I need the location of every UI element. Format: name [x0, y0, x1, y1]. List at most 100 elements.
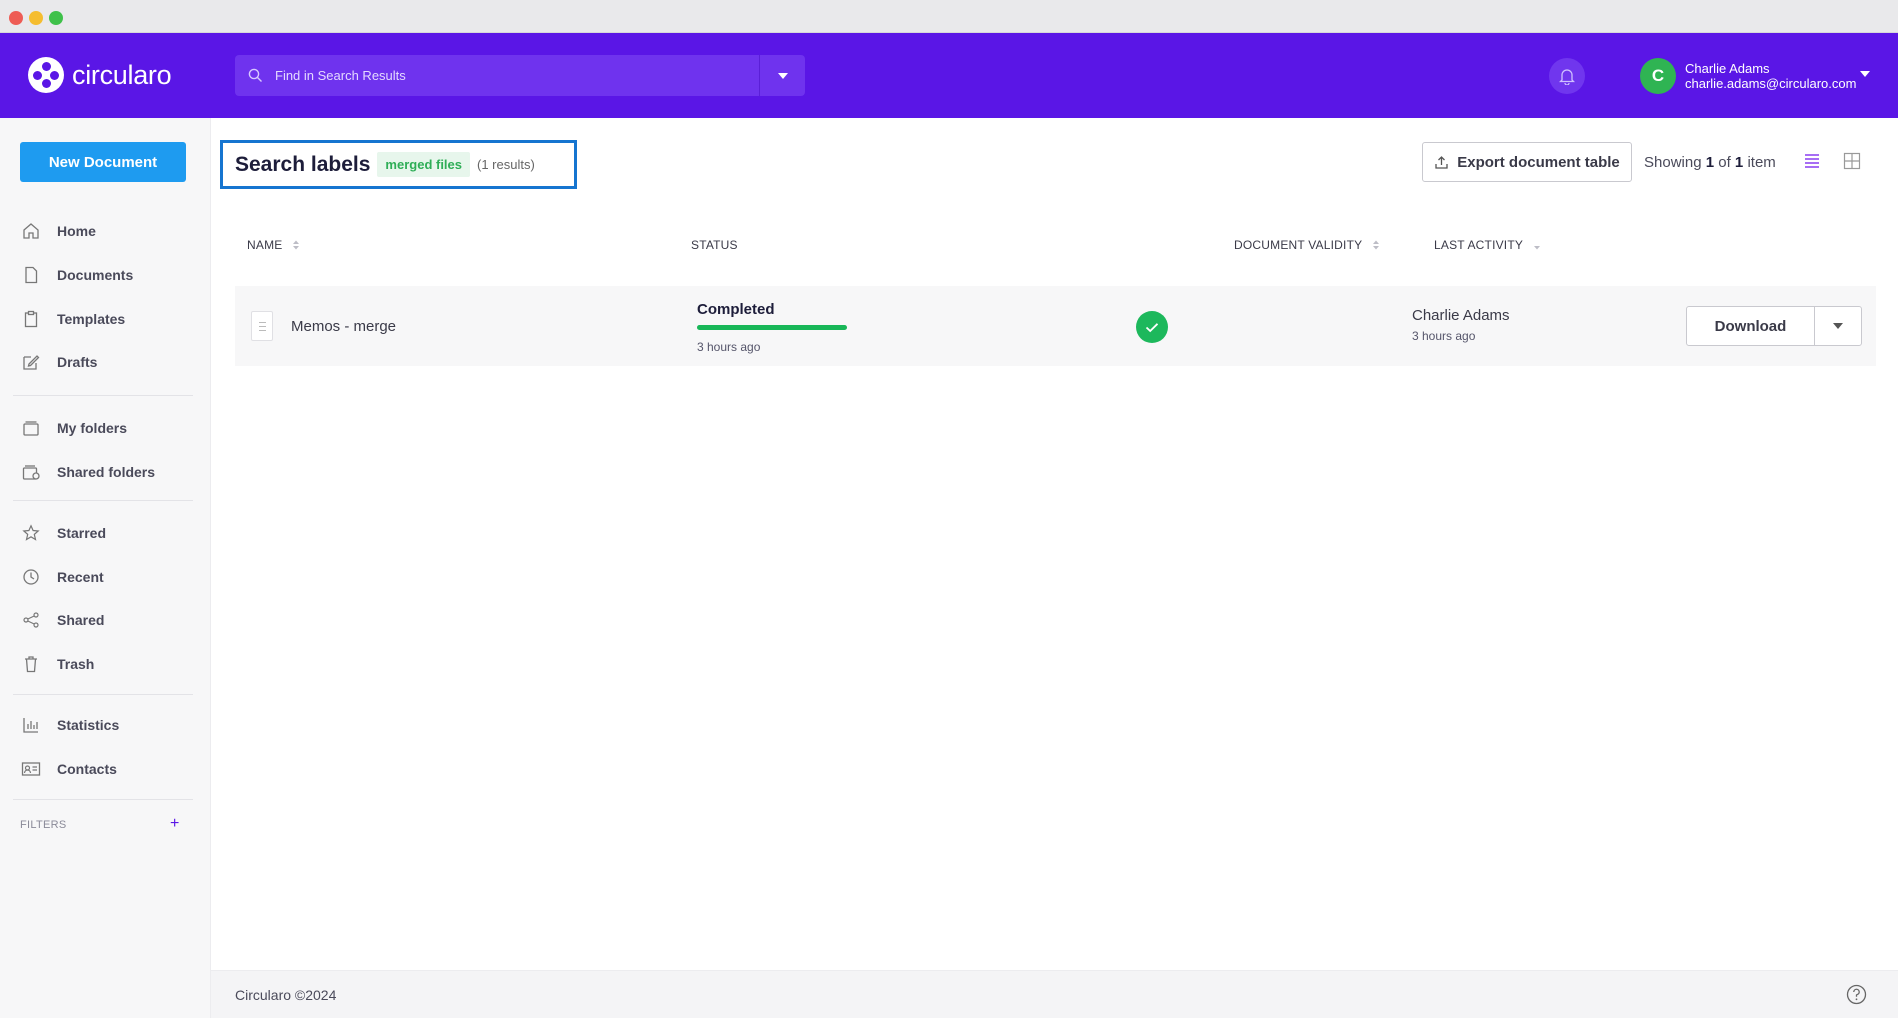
export-label: Export document table	[1457, 153, 1620, 171]
search-icon	[235, 55, 275, 96]
sidebar-divider	[13, 694, 193, 695]
validity-check-icon	[1136, 311, 1168, 343]
sidebar-item-home[interactable]: Home	[0, 213, 211, 249]
help-icon[interactable]	[1846, 984, 1867, 1005]
sidebar-item-statistics[interactable]: Statistics	[0, 707, 211, 743]
document-icon	[21, 265, 41, 285]
showing-of: of	[1718, 154, 1731, 171]
sidebar-item-shared-folders[interactable]: Shared folders	[0, 454, 211, 490]
bell-icon	[1559, 68, 1575, 85]
upload-icon	[1435, 155, 1448, 169]
sidebar: New Document Home Documents Templates Dr…	[0, 118, 211, 1018]
caret-down-icon	[1833, 323, 1843, 329]
sidebar-divider	[13, 500, 193, 501]
user-email: charlie.adams@circularo.com	[1685, 76, 1857, 91]
status-time: 3 hours ago	[697, 340, 761, 354]
sidebar-item-label: Shared folders	[57, 464, 156, 480]
sidebar-item-shared[interactable]: Shared	[0, 602, 211, 638]
search-bar[interactable]	[235, 55, 805, 96]
sidebar-item-recent[interactable]: Recent	[0, 559, 211, 595]
pencil-icon	[21, 352, 41, 372]
sidebar-item-label: Trash	[57, 656, 95, 672]
contact-card-icon	[21, 759, 41, 779]
copyright: Circularo ©2024	[235, 987, 337, 1003]
table-row[interactable]: Memos - merge Completed 3 hours ago Char…	[235, 286, 1876, 366]
new-document-button[interactable]: New Document	[20, 142, 186, 182]
showing-prefix: Showing	[1644, 154, 1702, 171]
sidebar-divider	[13, 395, 193, 396]
download-split-button: Download	[1686, 306, 1862, 346]
sidebar-item-label: Documents	[57, 267, 134, 283]
brand-logo[interactable]: circularo	[28, 57, 172, 93]
column-label: NAME	[247, 238, 283, 252]
status-progress-bar	[697, 325, 847, 330]
showing-from: 1	[1705, 154, 1715, 171]
column-header-name[interactable]: NAME	[247, 238, 300, 252]
minimize-window-button[interactable]	[29, 11, 43, 25]
sidebar-item-label: My folders	[57, 420, 128, 436]
sidebar-divider	[13, 799, 193, 800]
sidebar-item-documents[interactable]: Documents	[0, 257, 211, 293]
trash-icon	[21, 654, 41, 674]
pagination-summary: Showing 1 of 1 item	[1644, 154, 1776, 171]
sidebar-item-label: Recent	[57, 569, 104, 585]
caret-down-icon	[777, 72, 788, 79]
result-count: (1 results)	[477, 157, 535, 172]
list-icon	[1805, 154, 1819, 168]
sort-icon	[1373, 240, 1380, 250]
export-document-table-button[interactable]: Export document table	[1422, 142, 1632, 182]
download-button[interactable]: Download	[1687, 307, 1815, 345]
filters-heading: FILTERS	[20, 819, 67, 831]
column-label: STATUS	[691, 238, 738, 252]
close-window-button[interactable]	[9, 11, 23, 25]
search-input[interactable]	[275, 68, 759, 83]
sidebar-item-templates[interactable]: Templates	[0, 301, 211, 337]
sidebar-item-contacts[interactable]: Contacts	[0, 751, 211, 787]
sidebar-item-label: Shared	[57, 612, 105, 628]
sidebar-item-label: Starred	[57, 525, 107, 541]
main-content: Search labels merged files (1 results) E…	[211, 118, 1898, 970]
activity-user: Charlie Adams	[1412, 307, 1510, 324]
activity-time: 3 hours ago	[1412, 329, 1476, 343]
column-header-status: STATUS	[691, 238, 738, 252]
sidebar-item-trash[interactable]: Trash	[0, 646, 211, 682]
notifications-button[interactable]	[1549, 58, 1585, 94]
column-header-last-activity[interactable]: LAST ACTIVITY	[1434, 238, 1541, 252]
user-info: Charlie Adams charlie.adams@circularo.co…	[1685, 61, 1856, 91]
footer: Circularo ©2024	[211, 970, 1898, 1018]
home-icon	[21, 221, 41, 241]
circularo-logo-icon	[28, 57, 64, 93]
sidebar-item-label: Home	[57, 223, 96, 239]
showing-total: 1	[1734, 154, 1744, 171]
brand-name: circularo	[72, 59, 172, 90]
download-options-button[interactable]	[1815, 307, 1861, 345]
status-progress-fill	[697, 325, 847, 330]
shared-folder-icon	[21, 462, 41, 482]
column-label: DOCUMENT VALIDITY	[1234, 238, 1363, 252]
sort-descending-icon	[1534, 246, 1541, 250]
column-label: LAST ACTIVITY	[1434, 238, 1524, 252]
caret-down-icon	[1860, 71, 1870, 77]
maximize-window-button[interactable]	[49, 11, 63, 25]
label-tag[interactable]: merged files	[377, 152, 471, 177]
search-labels-header: Search labels merged files (1 results)	[220, 140, 577, 189]
grid-icon	[1843, 152, 1861, 170]
status-label: Completed	[697, 301, 775, 318]
sidebar-item-label: Drafts	[57, 354, 98, 370]
top-bar: circularo C Charlie Adams charlie.adams@…	[0, 33, 1898, 118]
grid-view-toggle[interactable]	[1841, 150, 1863, 172]
column-header-document-validity[interactable]: DOCUMENT VALIDITY	[1234, 238, 1380, 252]
share-icon	[21, 610, 41, 630]
sidebar-item-my-folders[interactable]: My folders	[0, 410, 211, 446]
add-filter-button[interactable]: +	[170, 815, 179, 833]
file-icon	[251, 311, 273, 341]
sidebar-item-drafts[interactable]: Drafts	[0, 344, 211, 380]
avatar: C	[1640, 58, 1676, 94]
document-name[interactable]: Memos - merge	[291, 318, 396, 335]
user-menu[interactable]: C Charlie Adams charlie.adams@circularo.…	[1640, 58, 1870, 94]
template-icon	[21, 309, 41, 329]
sidebar-item-starred[interactable]: Starred	[0, 515, 211, 551]
list-view-toggle[interactable]	[1801, 150, 1823, 172]
user-name: Charlie Adams	[1685, 61, 1770, 76]
search-options-dropdown[interactable]	[759, 55, 805, 96]
